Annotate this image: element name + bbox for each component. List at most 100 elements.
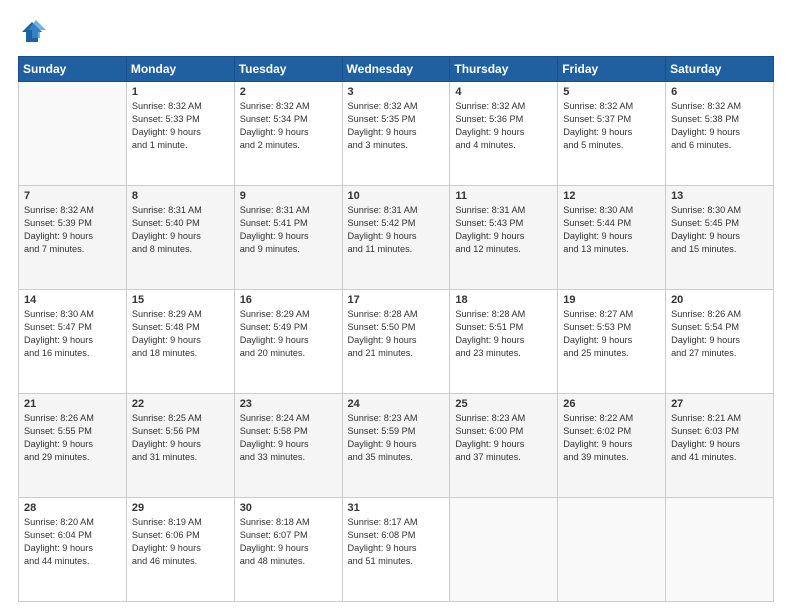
- weekday-header: Thursday: [450, 57, 558, 82]
- day-info: Sunrise: 8:18 AMSunset: 6:07 PMDaylight:…: [240, 516, 337, 568]
- calendar-cell: 22 Sunrise: 8:25 AMSunset: 5:56 PMDayligh…: [126, 394, 234, 498]
- weekday-header: Monday: [126, 57, 234, 82]
- calendar-cell: 14 Sunrise: 8:30 AMSunset: 5:47 PMDayligh…: [19, 290, 127, 394]
- calendar-cell: 23 Sunrise: 8:24 AMSunset: 5:58 PMDayligh…: [234, 394, 342, 498]
- calendar-week-row: 7 Sunrise: 8:32 AMSunset: 5:39 PMDaylight…: [19, 186, 774, 290]
- weekday-header: Wednesday: [342, 57, 450, 82]
- logo-icon: [18, 18, 46, 46]
- day-info: Sunrise: 8:20 AMSunset: 6:04 PMDaylight:…: [24, 516, 121, 568]
- weekday-header-row: SundayMondayTuesdayWednesdayThursdayFrid…: [19, 57, 774, 82]
- day-info: Sunrise: 8:32 AMSunset: 5:35 PMDaylight:…: [348, 100, 445, 152]
- calendar-week-row: 14 Sunrise: 8:30 AMSunset: 5:47 PMDayligh…: [19, 290, 774, 394]
- day-number: 21: [24, 398, 121, 410]
- day-info: Sunrise: 8:31 AMSunset: 5:41 PMDaylight:…: [240, 204, 337, 256]
- day-number: 13: [671, 190, 768, 202]
- calendar-week-row: 1Sunrise: 8:32 AMSunset: 5:33 PMDaylight…: [19, 82, 774, 186]
- day-info: Sunrise: 8:21 AMSunset: 6:03 PMDaylight:…: [671, 412, 768, 464]
- calendar-cell: 2 Sunrise: 8:32 AMSunset: 5:34 PMDaylight…: [234, 82, 342, 186]
- day-number: 17: [348, 294, 445, 306]
- day-info: Sunrise: 8:31 AMSunset: 5:42 PMDaylight:…: [348, 204, 445, 256]
- day-number: 9: [240, 190, 337, 202]
- calendar-cell: 7 Sunrise: 8:32 AMSunset: 5:39 PMDaylight…: [19, 186, 127, 290]
- day-number: 18: [455, 294, 552, 306]
- day-info: Sunrise: 8:30 AMSunset: 5:44 PMDaylight:…: [563, 204, 660, 256]
- calendar-cell: 20 Sunrise: 8:26 AMSunset: 5:54 PMDayligh…: [666, 290, 774, 394]
- day-info: Sunrise: 8:30 AMSunset: 5:47 PMDaylight:…: [24, 308, 121, 360]
- day-number: 2: [240, 86, 337, 98]
- day-number: 8: [132, 190, 229, 202]
- calendar-cell: 27 Sunrise: 8:21 AMSunset: 6:03 PMDayligh…: [666, 394, 774, 498]
- header: [18, 18, 774, 46]
- day-number: 10: [348, 190, 445, 202]
- calendar-cell: [558, 498, 666, 602]
- calendar-cell: 31 Sunrise: 8:17 AMSunset: 6:08 PMDayligh…: [342, 498, 450, 602]
- day-info: Sunrise: 8:32 AMSunset: 5:39 PMDaylight:…: [24, 204, 121, 256]
- day-info: Sunrise: 8:17 AMSunset: 6:08 PMDaylight:…: [348, 516, 445, 568]
- day-info: Sunrise: 8:29 AMSunset: 5:48 PMDaylight:…: [132, 308, 229, 360]
- calendar-cell: 26 Sunrise: 8:22 AMSunset: 6:02 PMDayligh…: [558, 394, 666, 498]
- day-number: 4: [455, 86, 552, 98]
- calendar-cell: 1Sunrise: 8:32 AMSunset: 5:33 PMDaylight…: [126, 82, 234, 186]
- calendar-cell: 12 Sunrise: 8:30 AMSunset: 5:44 PMDayligh…: [558, 186, 666, 290]
- day-number: 26: [563, 398, 660, 410]
- day-number: 28: [24, 502, 121, 514]
- logo: [18, 18, 50, 46]
- calendar-cell: 17Sunrise: 8:28 AMSunset: 5:50 PMDayligh…: [342, 290, 450, 394]
- day-info: Sunrise: 8:26 AMSunset: 5:54 PMDaylight:…: [671, 308, 768, 360]
- weekday-header: Tuesday: [234, 57, 342, 82]
- day-number: 27: [671, 398, 768, 410]
- day-number: 12: [563, 190, 660, 202]
- day-number: 31: [348, 502, 445, 514]
- calendar-cell: 28 Sunrise: 8:20 AMSunset: 6:04 PMDayligh…: [19, 498, 127, 602]
- day-number: 20: [671, 294, 768, 306]
- weekday-header: Friday: [558, 57, 666, 82]
- calendar-cell: 18 Sunrise: 8:28 AMSunset: 5:51 PMDayligh…: [450, 290, 558, 394]
- day-info: Sunrise: 8:32 AMSunset: 5:38 PMDaylight:…: [671, 100, 768, 152]
- calendar-cell: 8 Sunrise: 8:31 AMSunset: 5:40 PMDaylight…: [126, 186, 234, 290]
- day-number: 14: [24, 294, 121, 306]
- day-number: 23: [240, 398, 337, 410]
- day-number: 29: [132, 502, 229, 514]
- day-info: Sunrise: 8:19 AMSunset: 6:06 PMDaylight:…: [132, 516, 229, 568]
- day-number: 3: [348, 86, 445, 98]
- calendar-cell: 11Sunrise: 8:31 AMSunset: 5:43 PMDayligh…: [450, 186, 558, 290]
- day-number: 11: [455, 190, 552, 202]
- day-info: Sunrise: 8:32 AMSunset: 5:37 PMDaylight:…: [563, 100, 660, 152]
- day-info: Sunrise: 8:24 AMSunset: 5:58 PMDaylight:…: [240, 412, 337, 464]
- day-number: 19: [563, 294, 660, 306]
- day-number: 30: [240, 502, 337, 514]
- day-info: Sunrise: 8:32 AMSunset: 5:36 PMDaylight:…: [455, 100, 552, 152]
- day-info: Sunrise: 8:32 AMSunset: 5:33 PMDaylight:…: [132, 100, 229, 152]
- calendar-cell: 3 Sunrise: 8:32 AMSunset: 5:35 PMDaylight…: [342, 82, 450, 186]
- day-number: 22: [132, 398, 229, 410]
- day-info: Sunrise: 8:26 AMSunset: 5:55 PMDaylight:…: [24, 412, 121, 464]
- day-info: Sunrise: 8:29 AMSunset: 5:49 PMDaylight:…: [240, 308, 337, 360]
- calendar-week-row: 28 Sunrise: 8:20 AMSunset: 6:04 PMDayligh…: [19, 498, 774, 602]
- calendar-cell: 5 Sunrise: 8:32 AMSunset: 5:37 PMDaylight…: [558, 82, 666, 186]
- day-number: 25: [455, 398, 552, 410]
- day-number: 15: [132, 294, 229, 306]
- calendar-cell: 6Sunrise: 8:32 AMSunset: 5:38 PMDaylight…: [666, 82, 774, 186]
- day-info: Sunrise: 8:25 AMSunset: 5:56 PMDaylight:…: [132, 412, 229, 464]
- calendar-cell: 9 Sunrise: 8:31 AMSunset: 5:41 PMDaylight…: [234, 186, 342, 290]
- calendar-cell: [666, 498, 774, 602]
- calendar-cell: 21 Sunrise: 8:26 AMSunset: 5:55 PMDayligh…: [19, 394, 127, 498]
- calendar-cell: [19, 82, 127, 186]
- calendar-cell: 16 Sunrise: 8:29 AMSunset: 5:49 PMDayligh…: [234, 290, 342, 394]
- weekday-header: Saturday: [666, 57, 774, 82]
- day-info: Sunrise: 8:28 AMSunset: 5:51 PMDaylight:…: [455, 308, 552, 360]
- day-info: Sunrise: 8:22 AMSunset: 6:02 PMDaylight:…: [563, 412, 660, 464]
- day-info: Sunrise: 8:32 AMSunset: 5:34 PMDaylight:…: [240, 100, 337, 152]
- day-number: 7: [24, 190, 121, 202]
- calendar-cell: 4 Sunrise: 8:32 AMSunset: 5:36 PMDaylight…: [450, 82, 558, 186]
- day-info: Sunrise: 8:23 AMSunset: 5:59 PMDaylight:…: [348, 412, 445, 464]
- weekday-header: Sunday: [19, 57, 127, 82]
- day-number: 16: [240, 294, 337, 306]
- page: SundayMondayTuesdayWednesdayThursdayFrid…: [0, 0, 792, 612]
- calendar-cell: [450, 498, 558, 602]
- calendar-cell: 19 Sunrise: 8:27 AMSunset: 5:53 PMDayligh…: [558, 290, 666, 394]
- day-number: 5: [563, 86, 660, 98]
- day-info: Sunrise: 8:27 AMSunset: 5:53 PMDaylight:…: [563, 308, 660, 360]
- day-number: 24: [348, 398, 445, 410]
- day-info: Sunrise: 8:31 AMSunset: 5:40 PMDaylight:…: [132, 204, 229, 256]
